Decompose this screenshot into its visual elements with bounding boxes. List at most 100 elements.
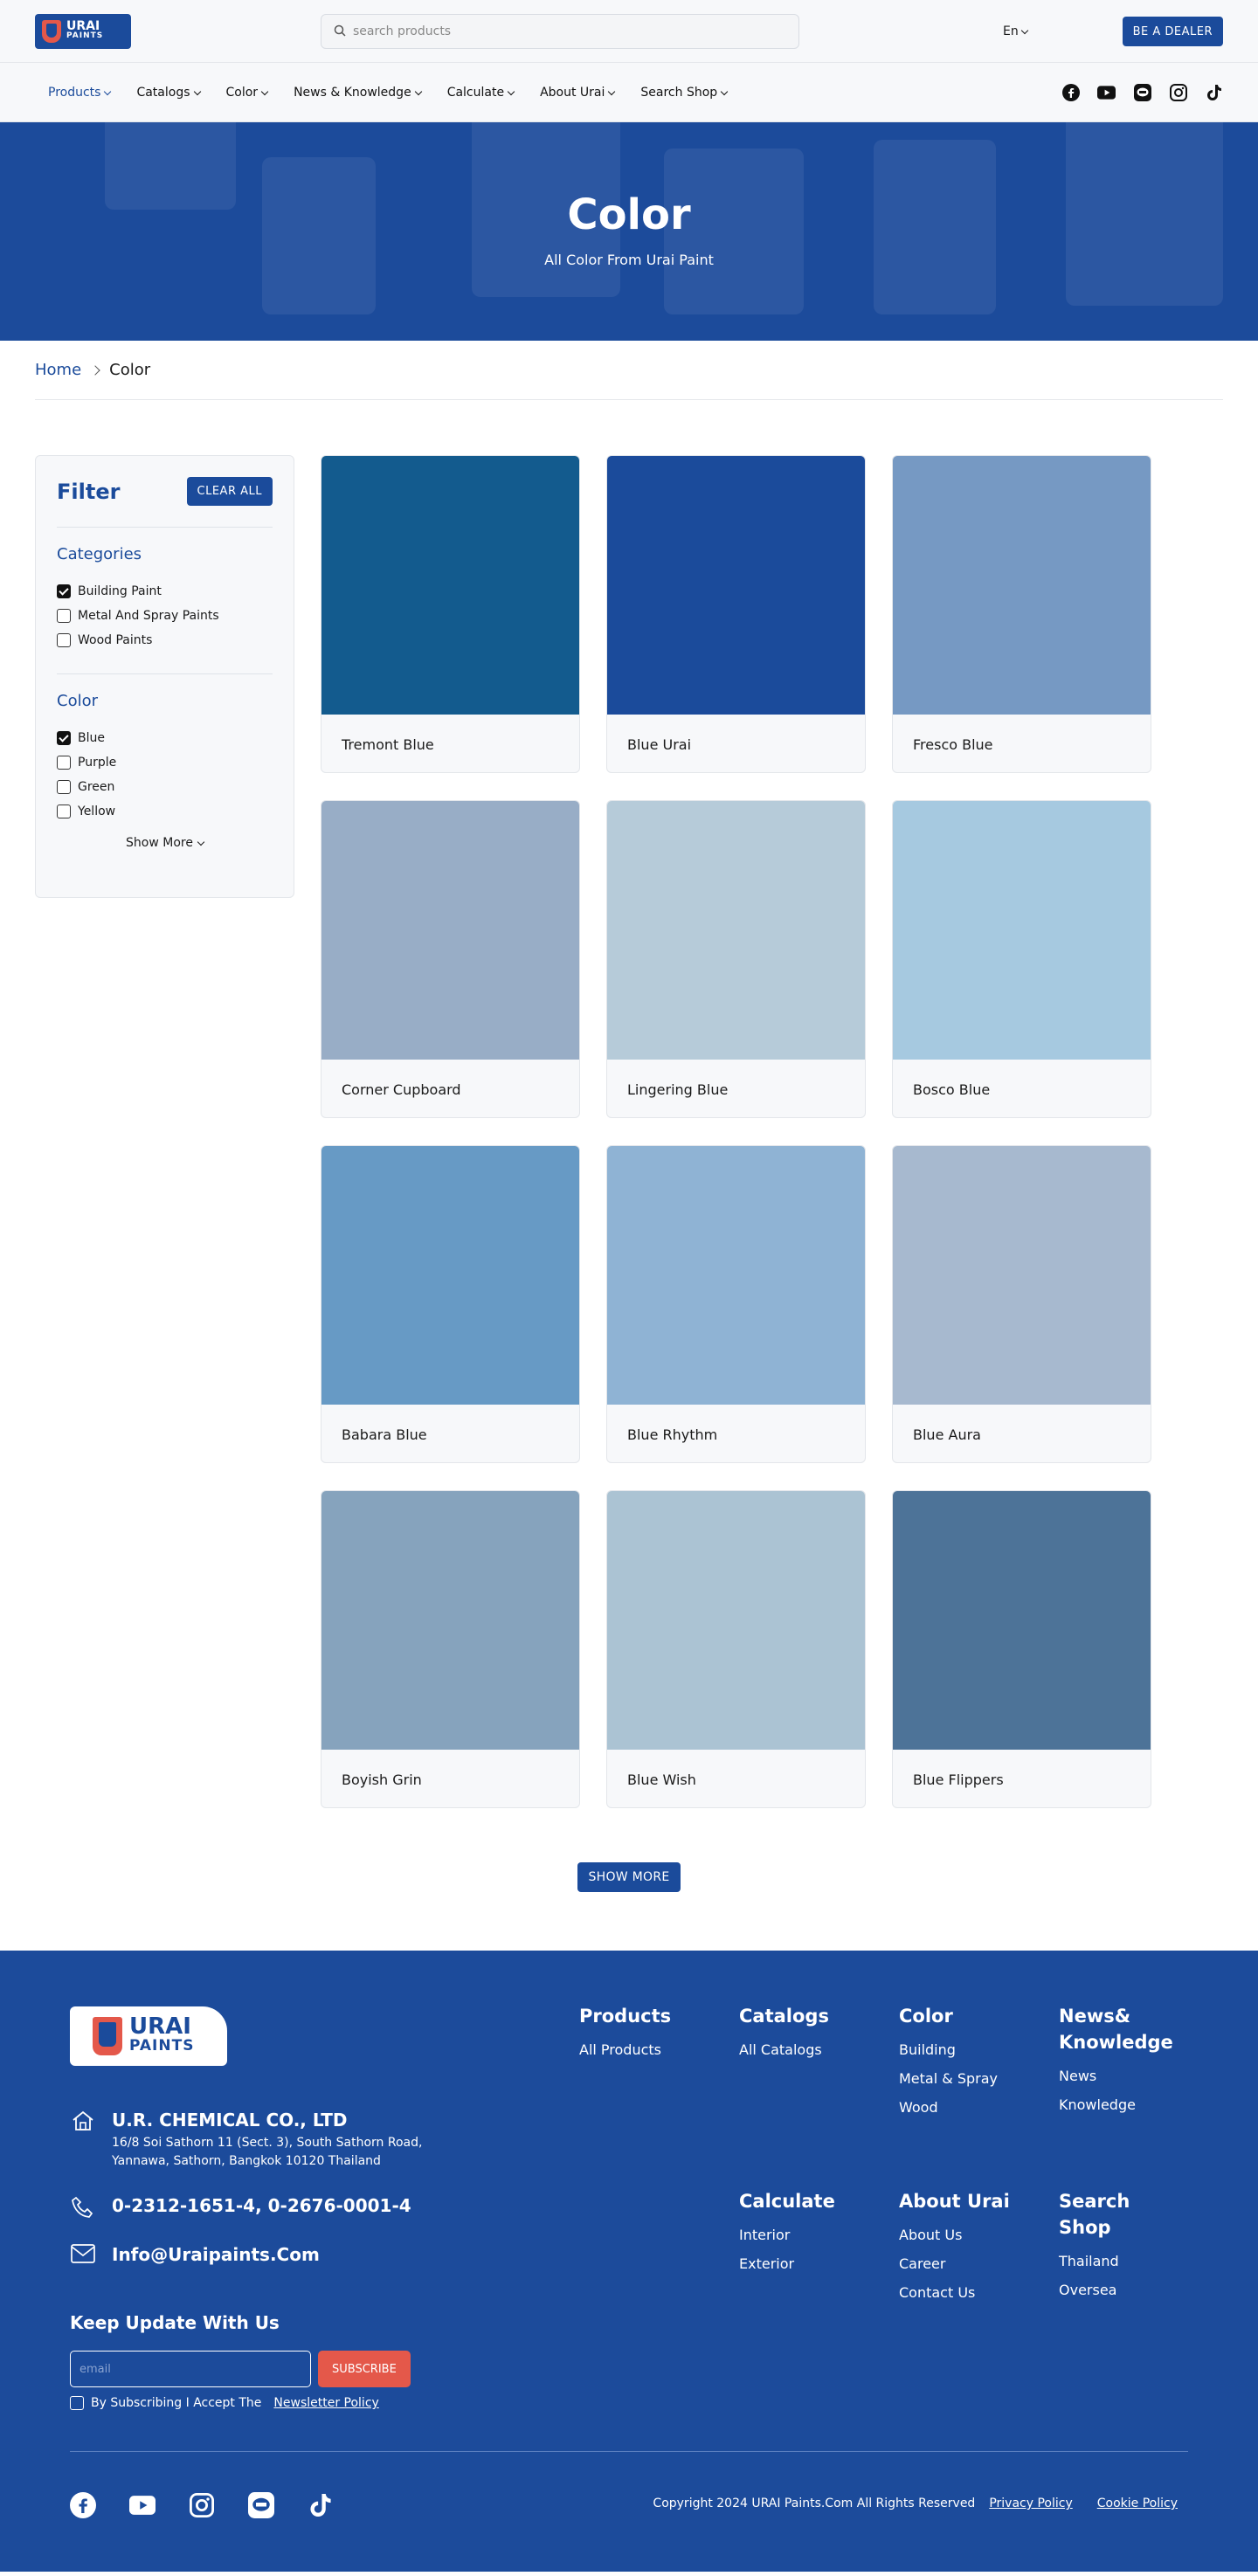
email-address[interactable]: Info@Uraipaints.Com	[112, 2244, 320, 2265]
instagram-icon[interactable]	[1169, 84, 1187, 102]
hero-subtitle: All Color From Urai Paint	[544, 252, 714, 268]
brand-logo[interactable]: URAI PAINTS	[35, 14, 131, 49]
color-name: Blue Aura	[913, 1426, 981, 1443]
footer-link[interactable]: Oversea	[1059, 2282, 1155, 2298]
color-filter-option[interactable]: Green	[57, 775, 273, 799]
footer-column: Products All Products	[579, 2003, 728, 2070]
youtube-icon[interactable]	[1097, 84, 1116, 102]
footer-column-title: About Urai	[899, 2191, 1010, 2212]
color-filter-option[interactable]: Yellow	[57, 799, 273, 824]
footer-link[interactable]: About Us	[899, 2227, 1047, 2243]
tiktok-icon[interactable]	[1205, 84, 1223, 102]
footer-link[interactable]: All Products	[579, 2041, 728, 2058]
category-label: Metal And Spray Paints	[78, 609, 219, 623]
color-card[interactable]: Blue Aura	[892, 1145, 1151, 1463]
color-swatch	[321, 456, 579, 715]
logo-mark-icon	[93, 2017, 122, 2055]
footer-link[interactable]: Contact Us	[899, 2284, 1047, 2301]
color-card[interactable]: Blue Rhythm	[606, 1145, 866, 1463]
nav-item-about-urai[interactable]: About Urai	[540, 86, 616, 100]
color-card[interactable]: Corner Cupboard	[321, 800, 580, 1118]
nav-items: Products Catalogs Color News & Knowledge Cal…	[35, 86, 729, 100]
nav-item-catalogs[interactable]: Catalogs	[136, 86, 201, 100]
phone-number[interactable]: 0-2312-1651-4, 0-2676-0001-4	[112, 2195, 411, 2220]
color-filter-checkbox[interactable]	[57, 756, 71, 770]
footer-link[interactable]: All Catalogs	[739, 2041, 888, 2058]
footer-link[interactable]: Career	[899, 2255, 1047, 2272]
color-filter-label: Green	[78, 780, 115, 794]
chevron-down-icon	[507, 87, 515, 95]
chevron-down-icon	[260, 87, 269, 95]
footer: URAI PAINTS U.R. CHEMICAL CO., LTD 16/8 …	[0, 1951, 1258, 2572]
logo-mark-icon	[42, 20, 61, 43]
color-filter-checkbox[interactable]	[57, 780, 71, 794]
nav-item-search-shop[interactable]: Search Shop	[640, 86, 729, 100]
footer-link[interactable]: Exterior	[739, 2255, 888, 2272]
color-swatch	[607, 801, 865, 1060]
color-card[interactable]: Lingering Blue	[606, 800, 866, 1118]
footer-phone: 0-2312-1651-4, 0-2676-0001-4	[70, 2195, 411, 2220]
footer-column: Search Shop Thailand Oversea	[1059, 2188, 1155, 2310]
newsletter-email-input[interactable]	[70, 2351, 311, 2387]
footer-legal: Copyright 2024 URAI Paints.Com All Right…	[653, 2497, 1178, 2510]
footer-link[interactable]: Thailand	[1059, 2253, 1155, 2269]
color-card[interactable]: Tremont Blue	[321, 455, 580, 773]
footer-link[interactable]: Building	[899, 2041, 1047, 2058]
address-line-1: 16/8 Soi Sathorn 11 (Sect. 3), South Sat…	[112, 2136, 423, 2150]
color-filter-label: Yellow	[78, 805, 116, 818]
color-card[interactable]: Fresco Blue	[892, 455, 1151, 773]
nav-item-color[interactable]: Color	[226, 86, 269, 100]
color-filter-label: Purple	[78, 756, 117, 770]
show-more-button[interactable]: SHOW MORE	[577, 1862, 681, 1892]
footer-link[interactable]: Interior	[739, 2227, 888, 2243]
category-checkbox[interactable]	[57, 609, 71, 623]
color-card[interactable]: Blue Urai	[606, 455, 866, 773]
cookie-policy-link[interactable]: Cookie Policy	[1097, 2497, 1178, 2510]
color-filter-checkbox[interactable]	[57, 731, 71, 745]
category-checkbox[interactable]	[57, 584, 71, 598]
category-option[interactable]: Building Paint	[57, 579, 273, 604]
facebook-icon[interactable]	[70, 2492, 96, 2518]
filter-panel: Filter CLEAR ALL Categories Building Pai…	[35, 455, 294, 898]
footer-column: About Urai About Us Career Contact Us	[899, 2188, 1047, 2313]
footer-link[interactable]: Knowledge	[1059, 2096, 1155, 2113]
footer-logo[interactable]: URAI PAINTS	[70, 2006, 227, 2066]
show-more-filter-button[interactable]: Show More	[57, 836, 273, 850]
color-card[interactable]: Blue Wish	[606, 1490, 866, 1808]
color-card[interactable]: Boyish Grin	[321, 1490, 580, 1808]
youtube-icon[interactable]	[129, 2492, 156, 2518]
breadcrumb-home[interactable]: Home	[35, 361, 81, 379]
footer-link[interactable]: Wood	[899, 2099, 1047, 2116]
tiktok-icon[interactable]	[308, 2492, 334, 2518]
nav-item-products[interactable]: Products	[48, 86, 112, 100]
category-checkbox[interactable]	[57, 633, 71, 647]
footer-link[interactable]: News	[1059, 2068, 1155, 2084]
accept-checkbox[interactable]	[70, 2396, 84, 2410]
nav-item-calculate[interactable]: Calculate	[447, 86, 515, 100]
line-icon[interactable]	[248, 2492, 274, 2518]
nav-item-news-knowledge[interactable]: News & Knowledge	[294, 86, 422, 100]
privacy-policy-link[interactable]: Privacy Policy	[989, 2497, 1072, 2510]
color-card[interactable]: Blue Flippers	[892, 1490, 1151, 1808]
color-filter-option[interactable]: Purple	[57, 750, 273, 775]
category-option[interactable]: Wood Paints	[57, 628, 273, 653]
color-card[interactable]: Babara Blue	[321, 1145, 580, 1463]
newsletter-policy-link[interactable]: Newsletter Policy	[273, 2396, 378, 2410]
instagram-icon[interactable]	[189, 2492, 215, 2518]
category-option[interactable]: Metal And Spray Paints	[57, 604, 273, 628]
facebook-icon[interactable]	[1061, 84, 1080, 102]
clear-all-button[interactable]: CLEAR ALL	[186, 477, 273, 506]
categories-title: Categories	[57, 545, 142, 563]
subscribe-button[interactable]: SUBSCRIBE	[318, 2351, 411, 2387]
color-filter-checkbox[interactable]	[57, 805, 71, 818]
language-selector[interactable]: En	[1003, 24, 1028, 38]
be-a-dealer-button[interactable]: BE A DEALER	[1122, 17, 1223, 46]
color-card[interactable]: Bosco Blue	[892, 800, 1151, 1118]
search-input[interactable]	[353, 24, 786, 38]
search-icon	[334, 24, 346, 40]
color-filter-option[interactable]: Blue	[57, 726, 273, 750]
footer-link[interactable]: Metal & Spray	[899, 2070, 1047, 2087]
line-icon[interactable]	[1133, 84, 1151, 102]
color-name: Fresco Blue	[913, 736, 993, 753]
nav-item-label: Search Shop	[640, 86, 718, 100]
